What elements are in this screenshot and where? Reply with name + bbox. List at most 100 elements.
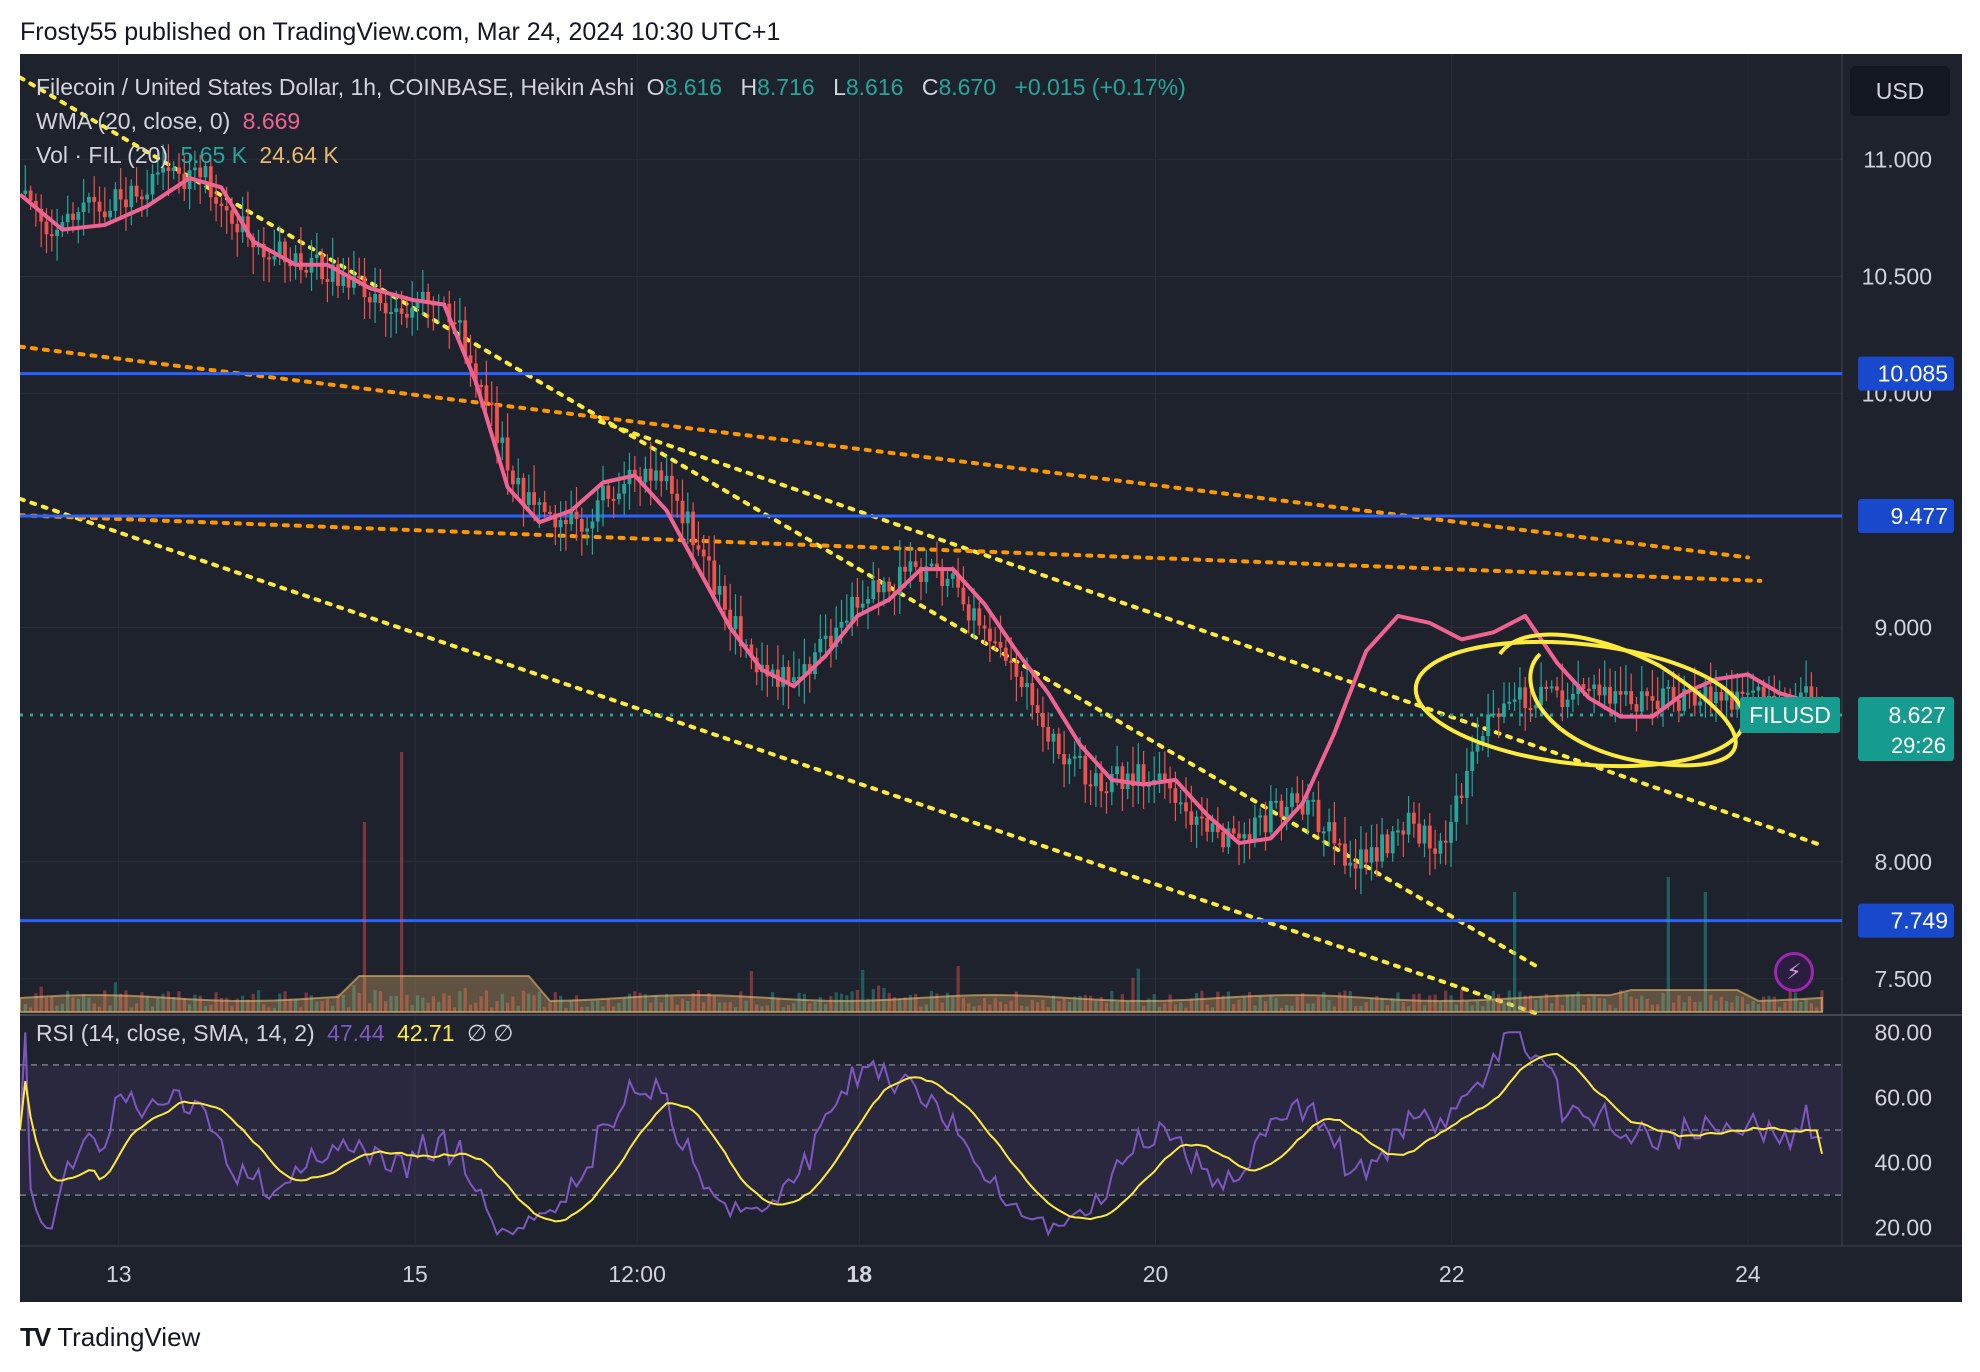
candle-body (940, 569, 945, 587)
legend-rsi-label: RSI (14, close, SMA, 14, 2) (36, 1020, 315, 1046)
candle-body (1624, 691, 1628, 695)
candle-body (1380, 834, 1384, 862)
tradingview-branding[interactable]: TV TradingView (20, 1322, 200, 1353)
candle-body (1327, 822, 1331, 832)
candle-body (145, 194, 150, 200)
candle-body (1115, 766, 1119, 775)
candle-body (23, 190, 28, 194)
legend-wma[interactable]: WMA (20, close, 0) 8.669 (36, 108, 306, 135)
candle-body (648, 468, 653, 481)
candle-body (781, 666, 786, 687)
candle-body (701, 549, 706, 557)
candle-body (1035, 705, 1040, 714)
candle-body (1645, 691, 1649, 697)
candle-body (235, 223, 240, 233)
candle-body (458, 320, 462, 323)
candle-body (670, 475, 674, 494)
candle-body (1475, 744, 1480, 752)
candle-body (574, 511, 579, 519)
candle-body (1496, 713, 1501, 717)
time-tick-label: 22 (1439, 1261, 1465, 1287)
candle-body (654, 470, 658, 481)
candle-body (1258, 815, 1263, 818)
candle-body (87, 196, 91, 203)
candle-body (903, 566, 907, 572)
candle-body (1745, 692, 1750, 695)
candle-body (696, 545, 701, 550)
legend-change: +0.015 (+0.17%) (1014, 74, 1186, 100)
candle-body (1025, 683, 1029, 688)
lightning-icon[interactable]: ⚡ (1774, 952, 1814, 992)
candle-body (134, 185, 139, 197)
candle-body (113, 189, 118, 211)
symbol-tag-text: FILUSD (1749, 702, 1831, 728)
candle-body (97, 201, 102, 212)
level-tag-text: 7.749 (1890, 908, 1948, 934)
candle-body (548, 511, 552, 514)
candle-body (1104, 791, 1109, 794)
candle-body (1316, 799, 1321, 833)
candle-body (961, 587, 966, 605)
chart-canvas[interactable]: 7.5008.0009.00010.00010.50011.00020.0040… (20, 54, 1962, 1302)
candle-body (998, 642, 1003, 648)
legend-ohlc: Filecoin / United States Dollar, 1h, COI… (36, 74, 1192, 101)
candle-body (929, 563, 934, 567)
candle-body (1242, 834, 1247, 839)
candle-body (1422, 825, 1427, 844)
candle-body (595, 500, 600, 522)
candle-body (92, 196, 97, 202)
candle-body (1359, 849, 1363, 869)
candle-body (945, 578, 950, 587)
volume-bars (23, 752, 1824, 1012)
candle-body (680, 500, 685, 524)
trend-lines (20, 75, 1824, 1016)
candle-body (876, 580, 881, 593)
candle-body (1385, 834, 1390, 854)
candle-body (1433, 848, 1437, 854)
candle-body (691, 511, 695, 546)
legend-volume[interactable]: Vol · FIL (20) 5.65 K 24.64 K (36, 142, 345, 169)
legend-rsi[interactable]: RSI (14, close, SMA, 14, 2) 47.44 42.71 … (36, 1020, 519, 1047)
candle-body (1639, 691, 1644, 712)
candle-body (887, 581, 892, 592)
candle-body (882, 581, 886, 593)
volume-bar (1513, 892, 1517, 1012)
candle-body (993, 641, 998, 644)
candle-body (118, 189, 123, 200)
chart-frame[interactable]: 7.500 8.000 9.000 10.000 10.500 11.000 20.00 40… (20, 54, 1962, 1302)
candle-body (558, 519, 563, 528)
candle-body (65, 213, 70, 223)
candle-body (659, 470, 664, 482)
candle-body (367, 297, 372, 303)
trend-line-4 (20, 344, 1750, 560)
candle-body (489, 402, 494, 406)
price-levels (20, 372, 1842, 923)
candle-body (1597, 684, 1602, 696)
candle-body (155, 172, 160, 175)
candle-body (1263, 815, 1268, 833)
candle-body (1523, 687, 1528, 708)
candle-body (1470, 751, 1475, 771)
candle-body (1629, 691, 1634, 705)
candle-body (325, 278, 330, 282)
time-tick-label: 15 (402, 1261, 428, 1287)
currency-button[interactable]: USD (1850, 66, 1950, 116)
candle-body (982, 625, 987, 629)
candle-body (1279, 800, 1284, 818)
candle-body (1465, 770, 1469, 798)
candle-body (1518, 687, 1522, 700)
candle-body (1486, 714, 1490, 737)
candle-body (479, 384, 483, 387)
candle-body (1512, 699, 1517, 702)
candle-body (357, 276, 362, 279)
candle-body (511, 470, 515, 485)
tradingview-name: TradingView (57, 1322, 201, 1352)
candle-body (1586, 688, 1591, 691)
candle-body (1337, 843, 1342, 846)
candle-body (1438, 840, 1443, 854)
candle-body (198, 167, 203, 178)
candle-body (532, 492, 536, 505)
candle-body (622, 484, 627, 494)
candle-body (1719, 692, 1724, 701)
candle-body (585, 528, 589, 532)
